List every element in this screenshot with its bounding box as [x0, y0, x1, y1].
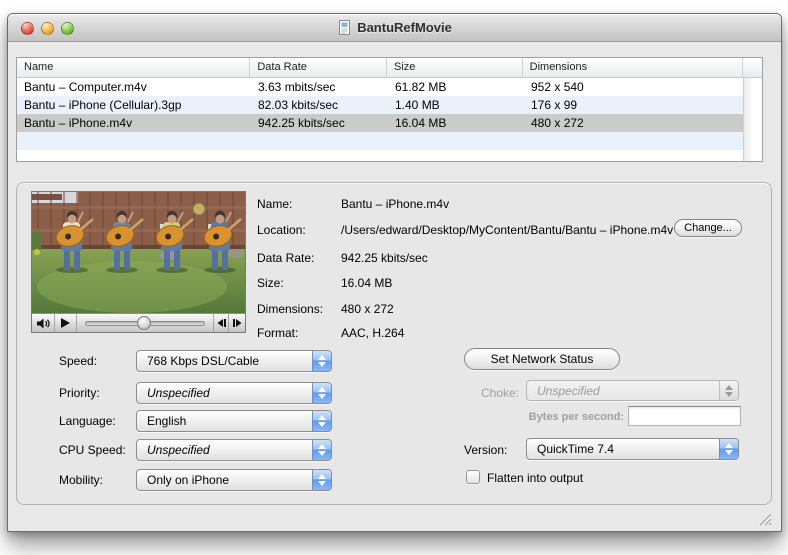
location-label: Location:	[257, 223, 306, 237]
cell-size: 61.82 MB	[388, 78, 524, 96]
scrubber-thumb[interactable]	[137, 316, 151, 330]
player-controller	[32, 313, 245, 332]
popup-arrows-icon	[312, 411, 331, 431]
location-value: /Users/edward/Desktop/MyContent/Bantu/Ba…	[341, 223, 673, 237]
dimensions-value: 480 x 272	[341, 302, 394, 316]
movie-list: Name Data Rate Size Dimensions Bantu – C…	[16, 57, 763, 162]
popup-arrows-icon	[312, 470, 331, 490]
dimensions-label: Dimensions:	[257, 302, 323, 316]
cell-name: Bantu – iPhone.m4v	[17, 114, 251, 132]
column-header-dimensions[interactable]: Dimensions	[523, 58, 743, 77]
cell-dimensions: 480 x 272	[524, 114, 745, 132]
data-rate-value: 942.25 kbits/sec	[341, 251, 428, 265]
choke-label: Choke:	[397, 386, 519, 400]
version-value: QuickTime 7.4	[527, 442, 719, 456]
minimize-button[interactable]	[41, 22, 54, 35]
size-label: Size:	[257, 276, 284, 290]
cell-dimensions: 176 x 99	[524, 96, 745, 114]
priority-label: Priority:	[59, 386, 100, 400]
flatten-checkbox[interactable]	[466, 470, 480, 484]
choke-popup: Unspecified	[526, 380, 739, 401]
vertical-scrollbar[interactable]	[743, 78, 762, 161]
change-button[interactable]: Change...	[674, 219, 742, 237]
column-header-name[interactable]: Name	[17, 58, 250, 77]
list-header: Name Data Rate Size Dimensions	[17, 58, 762, 78]
video-frame-image	[32, 192, 245, 313]
title-bar[interactable]: BantuRefMovie	[8, 14, 781, 42]
popup-arrows-icon	[312, 383, 331, 403]
window-title: BantuRefMovie	[357, 20, 452, 35]
table-row-empty	[17, 150, 745, 162]
step-back-icon[interactable]	[213, 314, 229, 332]
cpu-speed-popup[interactable]: Unspecified	[136, 439, 332, 461]
speed-popup[interactable]: 768 Kbps DSL/Cable	[136, 350, 332, 372]
name-value: Bantu – iPhone.m4v	[341, 197, 449, 211]
step-forward-icon[interactable]	[229, 314, 245, 332]
cell-name: Bantu – Computer.m4v	[17, 78, 251, 96]
mobility-popup[interactable]: Only on iPhone	[136, 469, 332, 491]
banturefmovie-window: BantuRefMovie Name Data Rate Size Dimens…	[7, 13, 782, 532]
data-rate-label: Data Rate:	[257, 251, 314, 265]
cell-dimensions: 952 x 540	[524, 78, 745, 96]
table-row-empty	[17, 132, 745, 150]
volume-icon[interactable]	[32, 314, 55, 332]
language-value: English	[137, 414, 312, 428]
language-label: Language:	[59, 414, 116, 428]
format-value: AAC, H.264	[341, 326, 404, 340]
set-network-status-button[interactable]: Set Network Status	[464, 348, 620, 370]
size-value: 16.04 MB	[341, 276, 392, 290]
priority-popup[interactable]: Unspecified	[136, 382, 332, 404]
table-row-selected[interactable]: Bantu – iPhone.m4v 942.25 kbits/sec 16.0…	[17, 114, 745, 132]
cell-data-rate: 3.63 mbits/sec	[251, 78, 388, 96]
flatten-label: Flatten into output	[487, 471, 583, 485]
priority-value: Unspecified	[137, 386, 312, 400]
table-row[interactable]: Bantu – iPhone (Cellular).3gp 82.03 kbit…	[17, 96, 745, 114]
popup-arrows-icon	[719, 439, 738, 459]
bytes-per-second-label: Bytes per second:	[447, 411, 624, 423]
version-popup[interactable]: QuickTime 7.4	[526, 438, 739, 460]
play-icon[interactable]	[55, 314, 77, 332]
table-row[interactable]: Bantu – Computer.m4v 3.63 mbits/sec 61.8…	[17, 78, 745, 96]
popup-arrows-icon	[312, 351, 331, 371]
detail-pane: Name: Bantu – iPhone.m4v Location: /User…	[16, 182, 772, 505]
version-label: Version:	[464, 443, 507, 457]
screenshot: BantuRefMovie Name Data Rate Size Dimens…	[0, 0, 788, 555]
mobility-value: Only on iPhone	[137, 473, 312, 487]
resize-grip[interactable]	[756, 510, 772, 526]
cell-size: 16.04 MB	[388, 114, 524, 132]
column-header-data-rate[interactable]: Data Rate	[250, 58, 387, 77]
scrollbar-header-cell	[743, 58, 762, 77]
cell-data-rate: 82.03 kbits/sec	[251, 96, 388, 114]
video-preview	[31, 191, 246, 333]
popup-arrows-icon	[312, 440, 331, 460]
popup-arrows-icon	[719, 381, 738, 400]
bytes-per-second-field[interactable]	[628, 406, 741, 426]
cell-size: 1.40 MB	[388, 96, 524, 114]
cell-data-rate: 942.25 kbits/sec	[251, 114, 388, 132]
speed-label: Speed:	[59, 354, 97, 368]
name-label: Name:	[257, 197, 292, 211]
cpu-speed-value: Unspecified	[137, 443, 312, 457]
speed-value: 768 Kbps DSL/Cable	[137, 354, 312, 368]
cpu-speed-label: CPU Speed:	[59, 443, 126, 457]
language-popup[interactable]: English	[136, 410, 332, 432]
mobility-label: Mobility:	[59, 473, 103, 487]
close-button[interactable]	[21, 22, 34, 35]
choke-value: Unspecified	[527, 384, 719, 398]
scrubber[interactable]	[77, 314, 213, 332]
format-label: Format:	[257, 326, 298, 340]
document-proxy-icon	[337, 20, 352, 35]
zoom-button[interactable]	[61, 22, 74, 35]
column-header-size[interactable]: Size	[387, 58, 523, 77]
cell-name: Bantu – iPhone (Cellular).3gp	[17, 96, 251, 114]
